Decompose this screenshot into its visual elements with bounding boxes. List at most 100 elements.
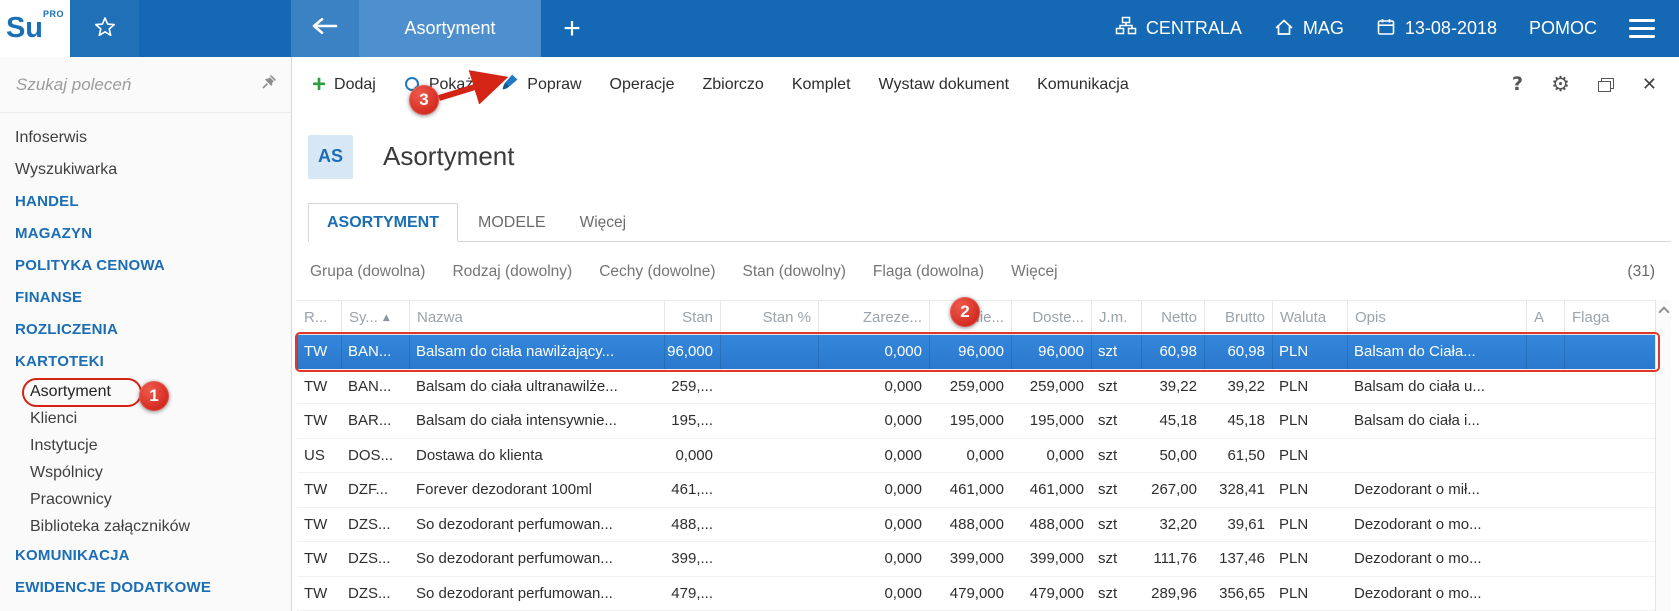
sidebar-item[interactable]: FINANSE [0, 282, 291, 314]
sidebar-item[interactable]: HANDEL [0, 186, 291, 218]
column-header-stan[interactable]: Stan [664, 301, 720, 334]
column-header-waluta[interactable]: Waluta [1272, 301, 1347, 334]
sidebar-item[interactable]: MAGAZYN [0, 218, 291, 250]
column-header-opis[interactable]: Opis [1347, 301, 1526, 334]
sidebar-item[interactable]: POLITYKA CENOWA [0, 250, 291, 282]
cell-nie: 479,000 [949, 584, 1004, 602]
cell-a [1526, 370, 1564, 404]
sidebar-item[interactable]: ROZLICZENIA [0, 314, 291, 346]
issue-document-menu[interactable]: Wystaw dokument [879, 76, 1010, 94]
cell-stan: 195,... [671, 412, 713, 430]
communication-menu[interactable]: Komunikacja [1037, 76, 1129, 94]
cell-r: TW [304, 377, 328, 395]
table-row[interactable]: TW BAN... Balsam do ciała nawilżający... 96… [297, 335, 1671, 370]
cell-a [1526, 577, 1564, 611]
gear-icon[interactable] [1551, 74, 1570, 95]
sidebar-item[interactable]: Klienci [0, 405, 291, 432]
app-logo: Su PRO [0, 0, 70, 57]
operations-menu[interactable]: Operacje [610, 76, 675, 94]
table-row[interactable]: TW DZF... Forever dezodorant 100ml 461,... 0… [297, 473, 1671, 508]
warehouse-selector[interactable]: MAG [1274, 17, 1344, 41]
table-row[interactable]: TW DZS... So dezodorant perfumowan... 488,.… [297, 508, 1671, 542]
restore-window-icon[interactable] [1597, 77, 1614, 92]
column-header-dost[interactable]: Doste... [1011, 301, 1091, 334]
cell-dost: 461,000 [1029, 481, 1084, 499]
table-row[interactable]: TW BAR... Balsam do ciała intensywnie... 19… [297, 404, 1671, 439]
cell-flaga [1564, 577, 1655, 611]
filter-dropdown[interactable]: Cechy (dowolne) [599, 263, 715, 281]
help-icon[interactable] [1512, 75, 1523, 94]
open-tab-asortyment[interactable]: Asortyment [359, 0, 541, 57]
column-header-netto[interactable]: Netto [1141, 301, 1204, 334]
column-header-brutto[interactable]: Brutto [1204, 301, 1272, 334]
toolbar-window-controls [1512, 57, 1657, 112]
column-header-nie[interactable]: Nie... [929, 301, 1011, 334]
back-button[interactable] [291, 0, 359, 57]
cell-waluta: PLN [1279, 515, 1309, 533]
tab-asortyment[interactable]: ASORTYMENT [308, 203, 458, 242]
cell-jm: szt [1098, 584, 1118, 602]
issue-document-label: Wystaw dokument [878, 75, 1010, 93]
table-row[interactable]: US DOS... Dostawa do klienta 0,000 0,000 0,00… [297, 439, 1671, 473]
new-tab-button[interactable]: + [541, 0, 603, 57]
bulk-menu[interactable]: Zbiorczo [702, 76, 763, 94]
cell-sym: DZS... [348, 584, 391, 602]
favorites-button[interactable] [70, 0, 139, 57]
sidebar: Infoserwis Wyszukiwarka HANDEL MAGAZYN P… [0, 57, 292, 611]
sidebar-item[interactable]: KARTOTEKI [0, 346, 291, 378]
filter-dropdown[interactable]: Stan (dowolny) [743, 263, 846, 281]
help-menu[interactable]: POMOC [1529, 18, 1597, 39]
column-header-sym[interactable]: Sy... [341, 301, 409, 334]
column-header-flaga[interactable]: Flaga [1564, 301, 1655, 334]
edit-button[interactable]: Popraw [501, 73, 582, 96]
pin-icon[interactable] [261, 74, 277, 95]
sidebar-item[interactable]: Biblioteka załączników [0, 513, 291, 540]
filter-dropdown[interactable]: Grupa (dowolna) [310, 263, 425, 281]
filter-dropdown[interactable]: Flaga (dowolna) [873, 263, 984, 281]
close-icon[interactable] [1642, 76, 1657, 94]
sidebar-item[interactable]: KOMUNIKACJA [0, 540, 291, 572]
topbar: Su PRO Asortyment + CENTRALA MAG 13-08-2… [0, 0, 1679, 57]
date-selector[interactable]: 13-08-2018 [1376, 17, 1497, 41]
column-header-a[interactable]: A [1526, 301, 1564, 334]
cell-zarez: 0,000 [884, 481, 922, 499]
cell-jm: szt [1098, 550, 1118, 568]
sidebar-item[interactable]: Asortyment [0, 378, 291, 405]
branch-selector[interactable]: CENTRALA [1115, 16, 1242, 41]
tab-modele[interactable]: MODELE [458, 204, 566, 241]
cell-zarez: 0,000 [884, 412, 922, 430]
column-header-r[interactable]: R... [297, 301, 341, 334]
table-row[interactable]: TW DZS... So dezodorant perfumowan... 399,.… [297, 542, 1671, 577]
cell-opis: Dezodorant o mo... [1354, 515, 1482, 533]
magnifier-icon [404, 76, 421, 93]
cell-flaga [1564, 404, 1655, 438]
search-input[interactable] [16, 74, 261, 95]
add-button[interactable]: Dodaj [312, 76, 376, 94]
sidebar-item[interactable]: Wyszukiwarka [0, 154, 291, 186]
sidebar-item[interactable]: Instytucje [0, 432, 291, 459]
table-row[interactable]: TW DZS... So dezodorant perfumowan... 479,.… [297, 577, 1671, 611]
kit-menu[interactable]: Komplet [792, 76, 851, 94]
sidebar-item[interactable]: Wspólnicy [0, 459, 291, 486]
cell-sym: DZS... [348, 515, 391, 533]
column-header-nazwa[interactable]: Nazwa [409, 301, 664, 334]
cell-dost: 0,000 [1046, 446, 1084, 464]
table-row[interactable]: TW BAN... Balsam do ciała ultranawilże... 2… [297, 370, 1671, 404]
warehouse-label: MAG [1302, 18, 1344, 38]
table-scrollbar[interactable] [1655, 300, 1671, 611]
cell-jm: szt [1098, 515, 1118, 533]
sidebar-item[interactable]: Infoserwis [0, 122, 291, 154]
column-header-jm[interactable]: J.m. [1091, 301, 1141, 334]
cell-brutto: 328,41 [1219, 481, 1265, 499]
sidebar-item[interactable]: Pracownicy [0, 486, 291, 513]
filter-dropdown[interactable]: Rodzaj (dowolny) [452, 263, 572, 281]
cell-flaga [1564, 542, 1655, 576]
show-button[interactable]: Pokaż [404, 76, 473, 94]
sidebar-item[interactable]: EWIDENCJE DODATKOWE [0, 572, 291, 604]
column-header-zarez[interactable]: Zareze... [818, 301, 929, 334]
cell-nazwa: So dezodorant perfumowan... [416, 515, 613, 533]
column-header-stan_proc[interactable]: Stan % [720, 301, 818, 334]
filter-dropdown[interactable]: Więcej [1011, 263, 1058, 281]
tab-wiecej[interactable]: Więcej [566, 204, 641, 241]
hamburger-menu-icon[interactable] [1629, 14, 1655, 43]
